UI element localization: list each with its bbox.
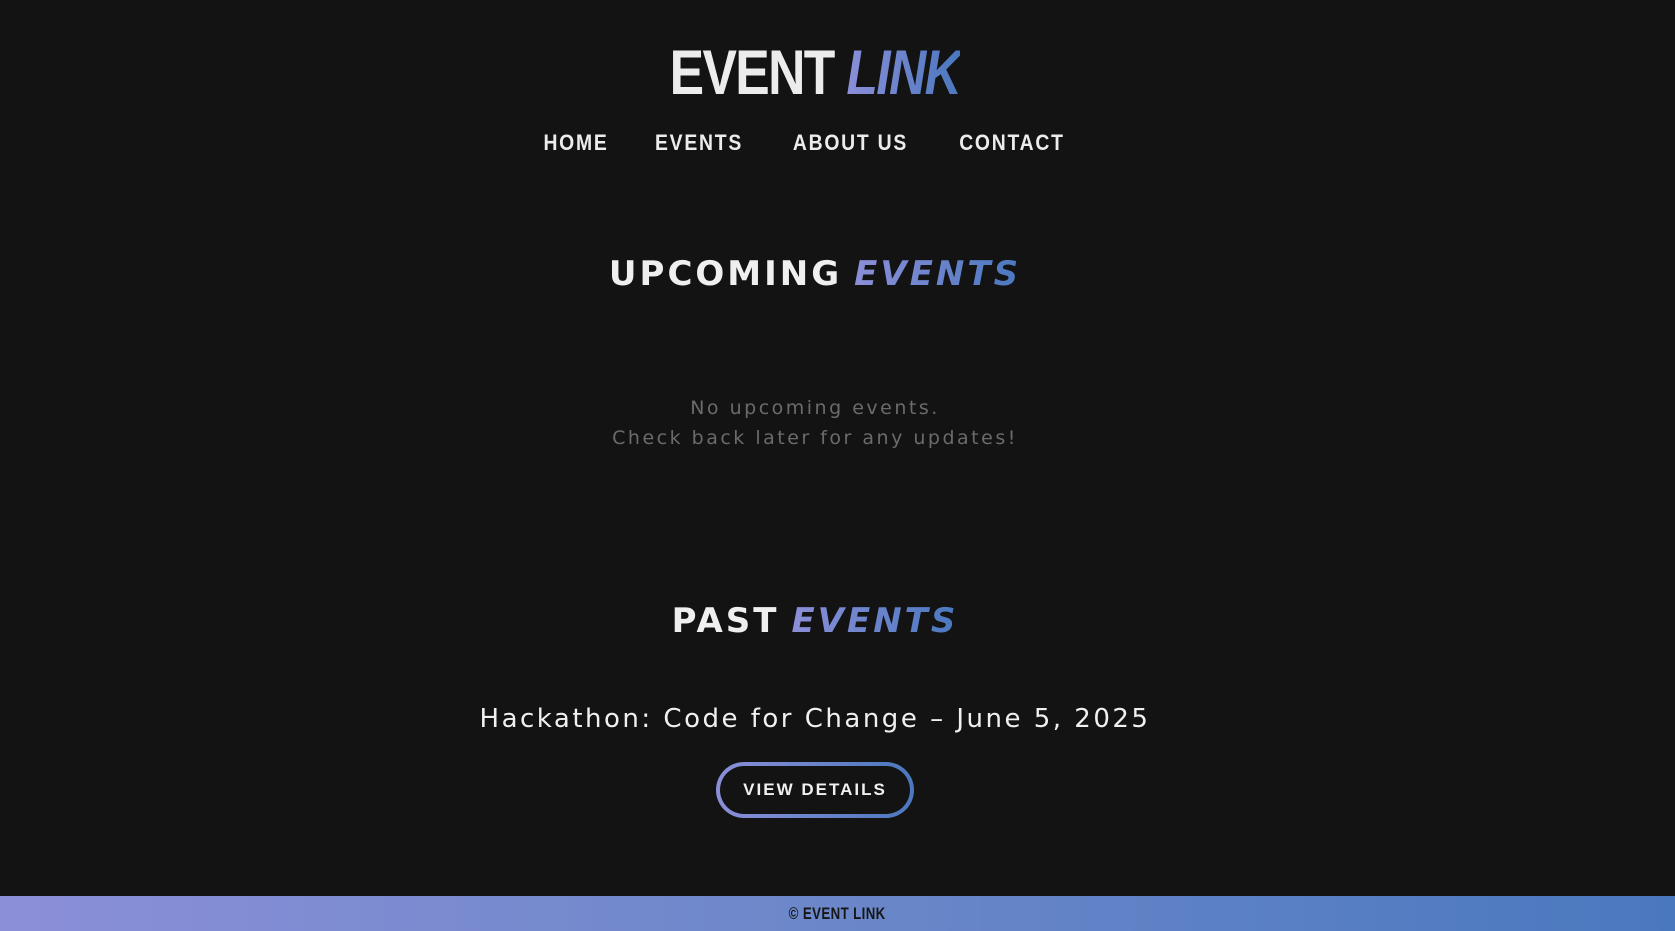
past-title-main: PAST xyxy=(671,601,780,641)
nav-item-home[interactable]: HOME xyxy=(543,130,608,156)
upcoming-title-accent: EVENTS xyxy=(854,254,1022,294)
upcoming-events-heading: UPCOMING EVENTS xyxy=(0,254,1630,294)
past-events-heading: PAST EVENTS xyxy=(0,601,1630,641)
site-logo[interactable]: EVENT LINK xyxy=(147,38,1484,108)
empty-message-line2: Check back later for any updates! xyxy=(612,427,1018,449)
page: EVENT LINK HOME EVENTS ABOUT US CONTACT … xyxy=(0,0,1675,931)
view-details-button[interactable]: VIEW DETAILS xyxy=(716,762,914,818)
nav-item-about-us[interactable]: ABOUT US xyxy=(792,130,907,156)
site-footer: © EVENT LINK xyxy=(0,896,1675,931)
logo-text-event: EVENT xyxy=(669,38,836,108)
empty-message-line1: No upcoming events. xyxy=(690,397,940,419)
nav-item-contact[interactable]: CONTACT xyxy=(959,130,1065,156)
upcoming-title-main: UPCOMING xyxy=(608,254,843,294)
nav-item-events[interactable]: EVENTS xyxy=(655,130,743,156)
no-upcoming-events-message: No upcoming events. Check back later for… xyxy=(0,393,1630,453)
logo-text-link: LINK xyxy=(846,38,962,108)
main-nav: HOME EVENTS ABOUT US CONTACT xyxy=(0,130,1610,156)
view-details-label: VIEW DETAILS xyxy=(720,766,910,814)
past-title-accent: EVENTS xyxy=(791,601,959,641)
footer-copyright: © EVENT LINK xyxy=(789,903,886,923)
past-event-title: Hackathon: Code for Change – June 5, 202… xyxy=(479,704,1151,734)
